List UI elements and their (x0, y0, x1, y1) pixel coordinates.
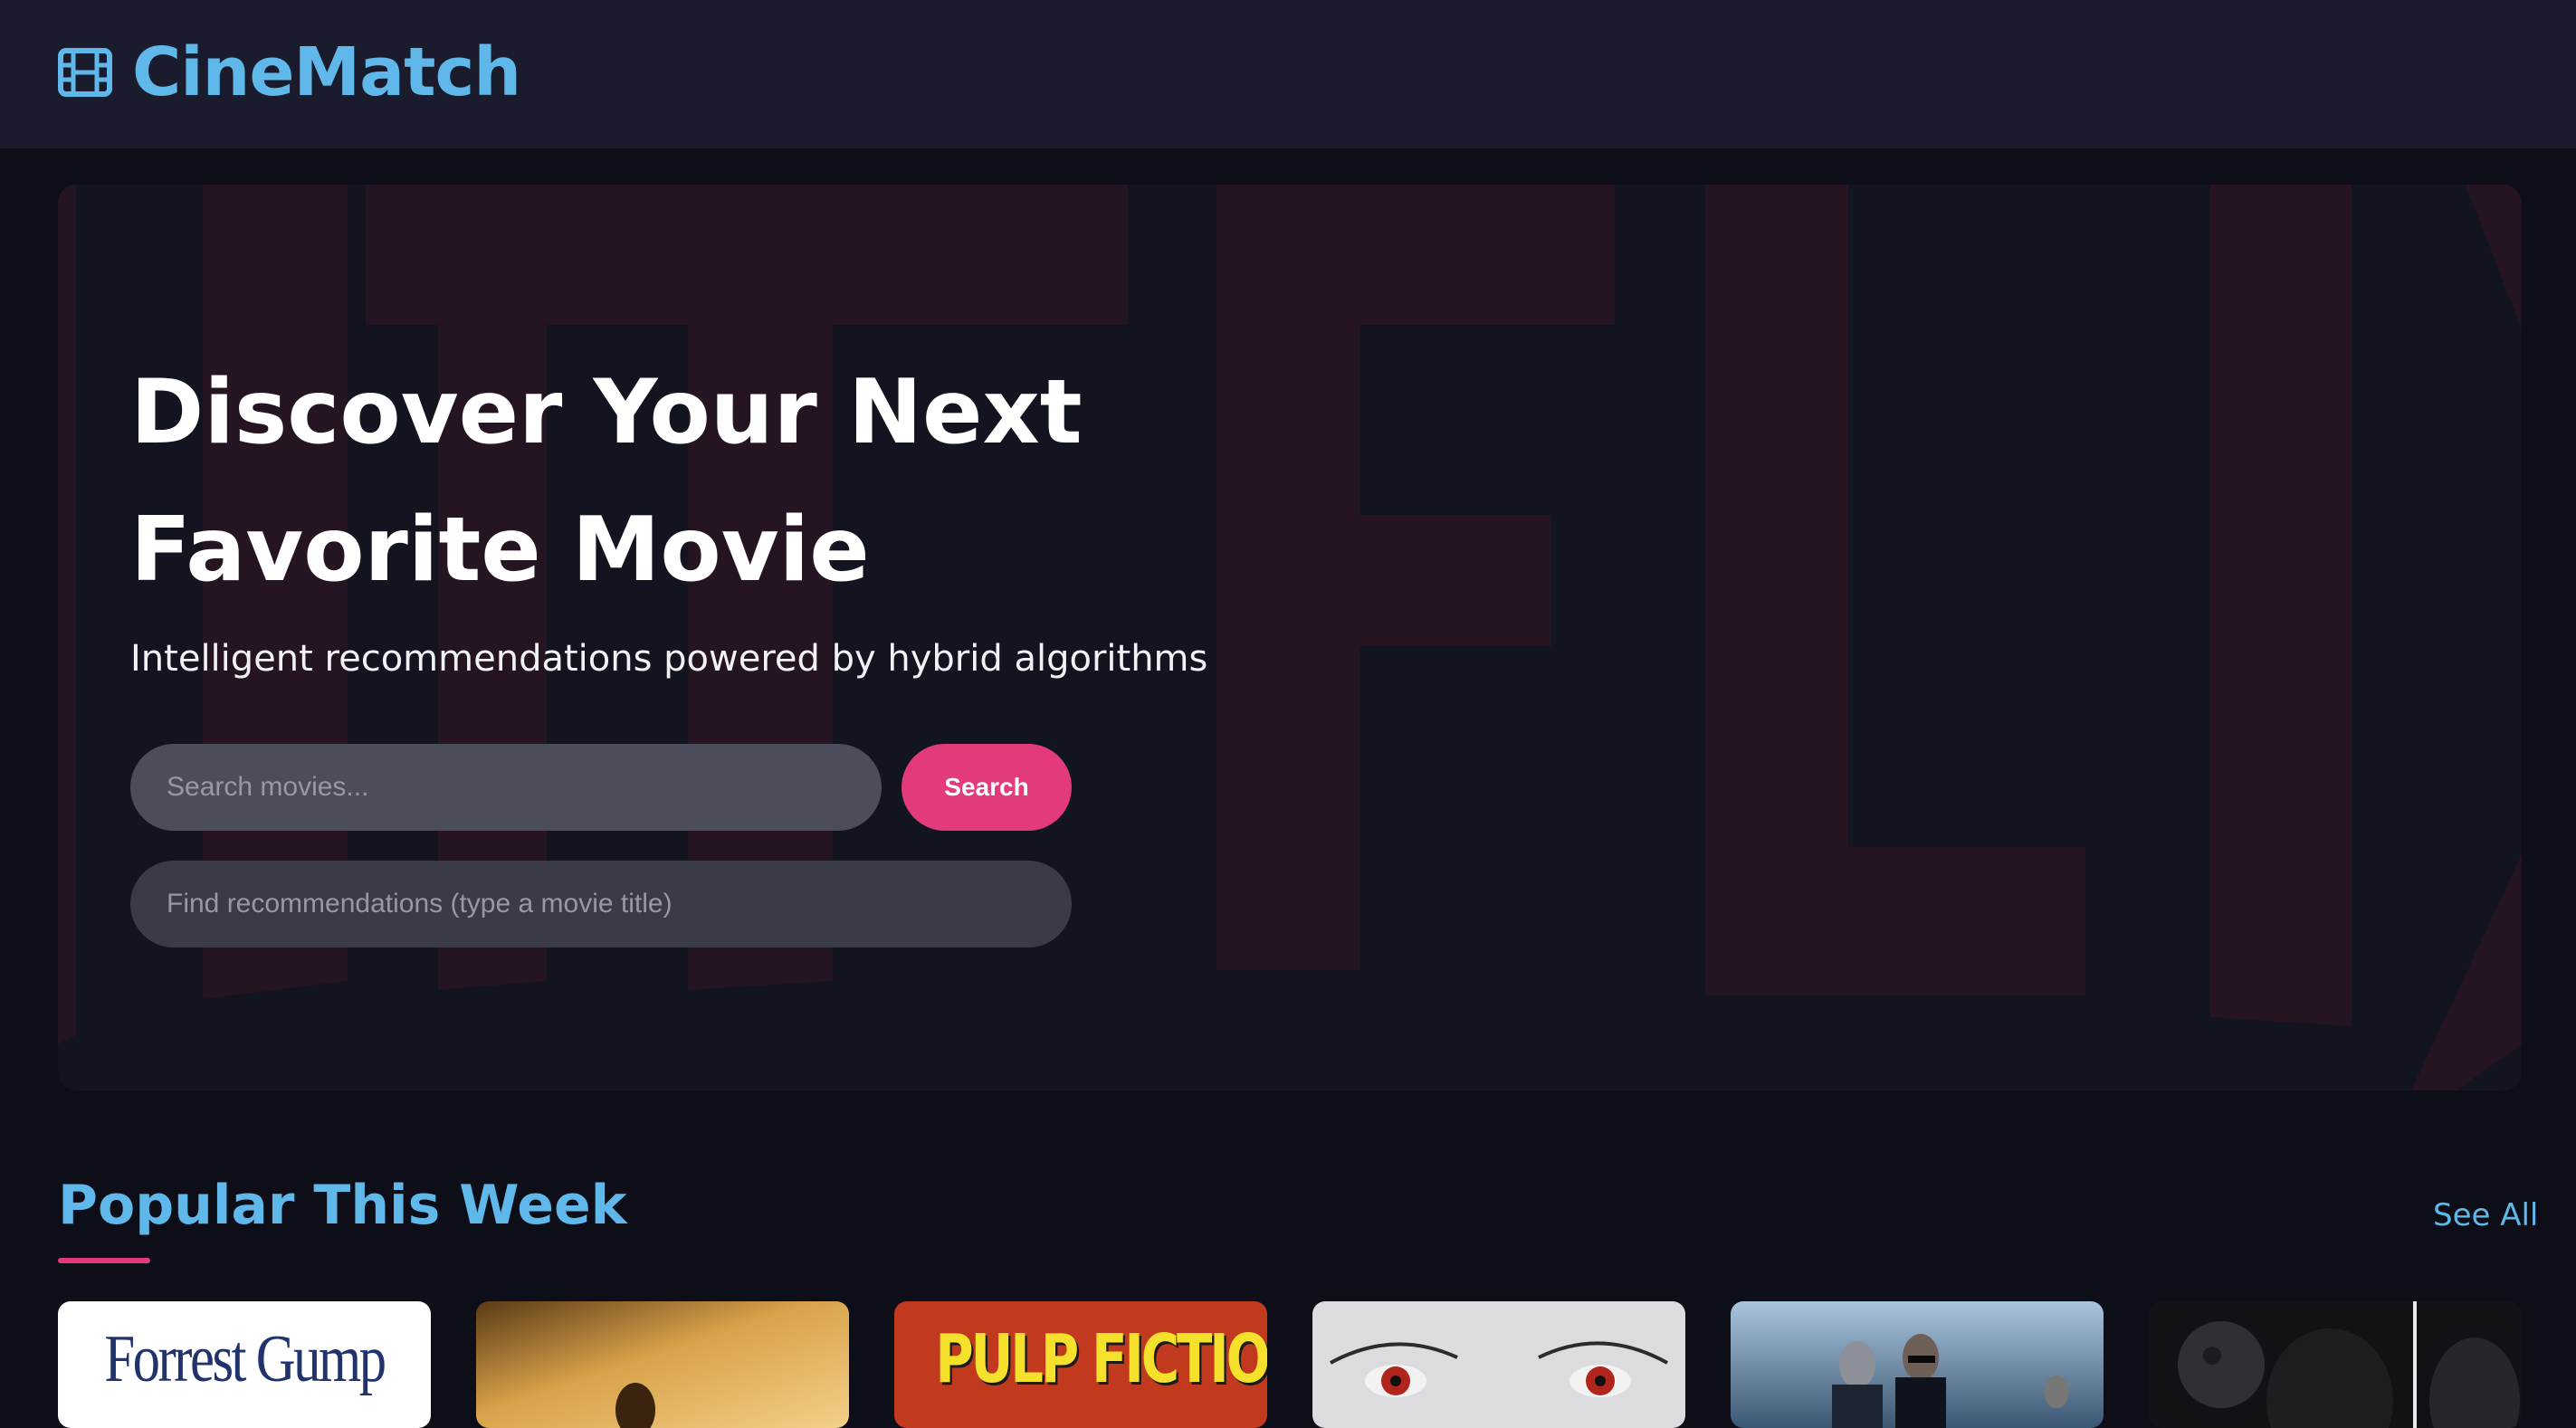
movie-poster (476, 1301, 849, 1428)
movie-card[interactable] (1312, 1301, 1685, 1428)
movie-poster (1312, 1301, 1685, 1428)
movie-card[interactable] (476, 1301, 849, 1428)
movie-card[interactable]: Forrest Gump (58, 1301, 431, 1428)
app-name: CineMatch (132, 33, 521, 111)
poster-title: PULP FICTION (935, 1320, 1267, 1398)
hero-banner: Discover Your Next Favorite Movie Intell… (58, 185, 2522, 1090)
movie-card[interactable] (1731, 1301, 2104, 1428)
hero-title: Discover Your Next Favorite Movie (130, 361, 1083, 602)
poster-title: Forrest Gump (104, 1322, 386, 1396)
section-underline (58, 1258, 150, 1263)
top-navbar: CineMatch (0, 0, 2576, 149)
movie-poster (1731, 1301, 2104, 1428)
recommendation-input[interactable] (130, 861, 1072, 947)
film-icon (58, 48, 112, 97)
movie-card-row: Forrest Gump PULP FICTION (58, 1301, 2522, 1428)
movie-poster (2149, 1301, 2522, 1428)
movie-card[interactable]: PULP FICTION (894, 1301, 1267, 1428)
search-input[interactable] (130, 744, 882, 831)
brand[interactable]: CineMatch (58, 33, 521, 111)
search-button[interactable]: Search (902, 744, 1072, 831)
see-all-link[interactable]: See All (2433, 1193, 2538, 1238)
section-title: Popular This Week (58, 1174, 627, 1237)
hero-subtitle: Intelligent recommendations powered by h… (130, 638, 1208, 680)
movie-card[interactable] (2149, 1301, 2522, 1428)
